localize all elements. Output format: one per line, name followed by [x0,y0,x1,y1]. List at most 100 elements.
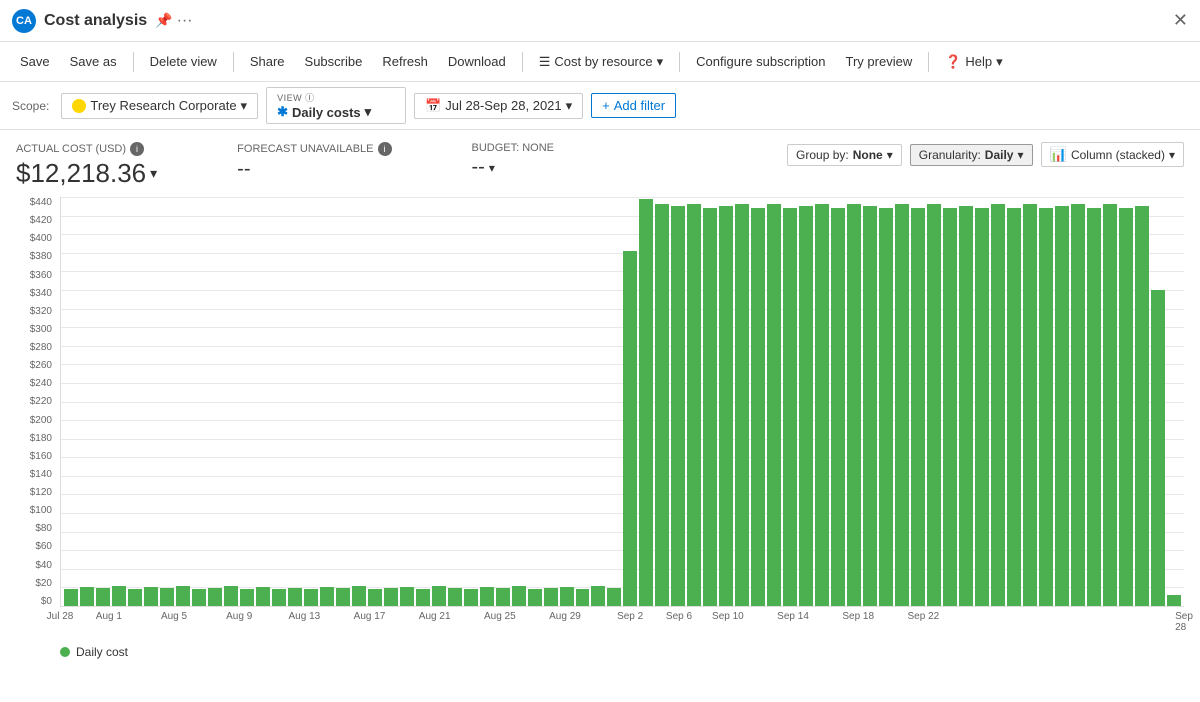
chart-bar[interactable] [416,589,430,606]
chart-bar[interactable] [320,587,334,606]
y-axis-label: $200 [30,415,56,426]
date-range-selector[interactable]: 📅 Jul 28-Sep 28, 2021 ▾ [414,93,583,119]
chart-bar[interactable] [112,586,126,606]
actual-info-icon[interactable]: i [130,142,144,156]
chart-bar[interactable] [448,588,462,606]
budget-value[interactable]: -- ▾ [472,156,555,179]
chart-bar[interactable] [64,589,78,606]
chart-bar[interactable] [192,589,206,606]
chart-bar[interactable] [991,204,1005,606]
view-selector[interactable]: VIEW ⓘ ✱ Daily costs ▾ [266,87,406,124]
chart-bar[interactable] [352,586,366,606]
chart-bar[interactable] [751,208,765,606]
chart-bar[interactable] [687,204,701,606]
chart-type-control[interactable]: 📊 Column (stacked) ▾ [1041,142,1185,167]
chart-bar[interactable] [1167,595,1181,606]
chart-bar[interactable] [1087,208,1101,606]
chart-bar[interactable] [671,206,685,606]
chart-bar[interactable] [176,586,190,606]
close-icon[interactable]: ✕ [1173,10,1188,31]
more-icon[interactable]: ··· [177,12,193,30]
chart-bar[interactable] [959,206,973,606]
chart-bar[interactable] [703,208,717,606]
chart-bar[interactable] [304,589,318,606]
chart-bar[interactable] [1103,204,1117,606]
configure-button[interactable]: Configure subscription [688,50,833,73]
chart-bar[interactable] [815,204,829,606]
chart-bar[interactable] [1071,204,1085,606]
chart-bar[interactable] [927,204,941,606]
chart-bar[interactable] [655,204,669,606]
chart-bar[interactable] [336,588,350,606]
chart-bar[interactable] [735,204,749,606]
chart-bar[interactable] [240,589,254,606]
share-button[interactable]: Share [242,50,293,73]
granularity-value: Daily [985,148,1014,162]
refresh-button[interactable]: Refresh [374,50,436,73]
chart-bar[interactable] [1023,204,1037,606]
chart-bar[interactable] [863,206,877,606]
chart-bar[interactable] [432,586,446,606]
y-axis-label: $60 [35,541,56,552]
chart-bar[interactable] [256,587,270,606]
chart-bar[interactable] [464,589,478,606]
chart-bar[interactable] [480,587,494,606]
granularity-control[interactable]: Granularity: Daily ▾ [910,144,1033,166]
save-as-button[interactable]: Save as [62,50,125,73]
chart-bar[interactable] [879,208,893,606]
chart-bar[interactable] [943,208,957,606]
chart-bar[interactable] [496,588,510,606]
chart-bar[interactable] [400,587,414,606]
delete-view-button[interactable]: Delete view [142,50,225,73]
chart-bar[interactable] [767,204,781,606]
chart-bar[interactable] [1119,208,1133,606]
chart-bar[interactable] [272,589,286,606]
chart-bar[interactable] [1007,208,1021,606]
add-filter-button[interactable]: + Add filter [591,93,676,118]
date-chevron-icon: ▾ [566,98,573,114]
chart-bar[interactable] [591,586,605,606]
date-range-value: Jul 28-Sep 28, 2021 [445,98,561,113]
chart-bar[interactable] [847,204,861,606]
chart-bar[interactable] [1151,290,1165,606]
chart-bar[interactable] [160,588,174,606]
chart-bar[interactable] [208,588,222,606]
subscribe-button[interactable]: Subscribe [297,50,371,73]
forecast-info-icon[interactable]: i [378,142,392,156]
chart-bar[interactable] [799,206,813,606]
chart-bar[interactable] [144,587,158,606]
chart-bar[interactable] [783,208,797,606]
chart-bar[interactable] [607,588,621,606]
actual-cost-value[interactable]: $12,218.36 ▾ [16,158,157,189]
chart-bar[interactable] [911,208,925,606]
chart-bar[interactable] [1135,206,1149,606]
chart-bar[interactable] [831,208,845,606]
chart-bar[interactable] [368,589,382,606]
chart-bar[interactable] [544,588,558,606]
chart-bar[interactable] [719,206,733,606]
chart-bar[interactable] [512,586,526,606]
scope-selector[interactable]: Trey Research Corporate ▾ [61,93,258,119]
group-by-control[interactable]: Group by: None ▾ [787,144,902,166]
try-preview-button[interactable]: Try preview [838,50,921,73]
help-button[interactable]: ❓ Help ▾ [937,50,1010,74]
chart-bar[interactable] [895,204,909,606]
chart-bar[interactable] [639,199,653,606]
chart-bar[interactable] [96,588,110,606]
chart-bar[interactable] [384,588,398,606]
download-button[interactable]: Download [440,50,514,73]
save-button[interactable]: Save [12,50,58,73]
pin-icon[interactable]: 📌 [155,12,172,29]
chart-bar[interactable] [576,589,590,606]
chart-bar[interactable] [528,589,542,606]
chart-bar[interactable] [128,589,142,606]
chart-bar[interactable] [623,251,637,606]
chart-bar[interactable] [1039,208,1053,606]
chart-bar[interactable] [560,587,574,606]
cost-by-button[interactable]: ☰ Cost by resource ▾ [531,50,671,74]
chart-bar[interactable] [288,588,302,606]
chart-bar[interactable] [975,208,989,606]
chart-bar[interactable] [224,586,238,606]
chart-bar[interactable] [80,587,94,606]
chart-bar[interactable] [1055,206,1069,606]
